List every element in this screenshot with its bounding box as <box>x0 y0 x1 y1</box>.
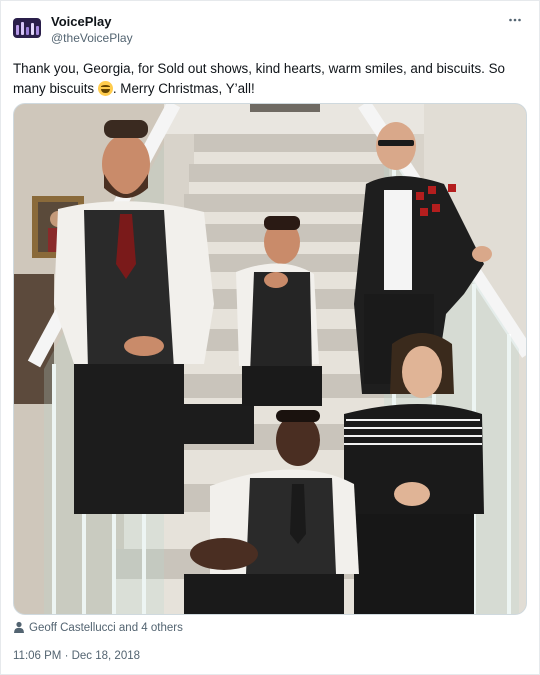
voiceplay-logo-avatar[interactable] <box>13 18 41 38</box>
account-names: VoicePlay @theVoicePlay <box>51 14 133 46</box>
more-options-icon[interactable] <box>505 13 525 33</box>
logo-bar <box>36 26 39 35</box>
account-handle[interactable]: @theVoicePlay <box>51 30 133 46</box>
tweet-timestamp[interactable]: 11:06 PM · Dec 18, 2018 <box>13 647 140 665</box>
tweet-text-part1: Thank you, Georgia, for Sold out shows, … <box>13 61 505 96</box>
tweet-text: Thank you, Georgia, for Sold out shows, … <box>13 59 518 99</box>
logo-bar <box>26 27 29 35</box>
person-icon <box>14 621 24 633</box>
display-name[interactable]: VoicePlay <box>51 14 133 30</box>
logo-bar <box>31 23 34 35</box>
tweet-card: VoicePlay @theVoicePlay Thank you, Georg… <box>0 0 540 675</box>
logo-bar <box>21 22 24 35</box>
tweet-header: VoicePlay @theVoicePlay <box>13 13 527 47</box>
logo-bar <box>16 25 19 35</box>
tagged-people[interactable]: Geoff Castellucci and 4 others <box>13 619 183 639</box>
more-options-glyph <box>509 18 521 22</box>
tweet-text-part2: . Merry Christmas, Y’all! <box>112 81 255 96</box>
tweet-photo[interactable] <box>13 103 527 615</box>
tagged-people-label[interactable]: Geoff Castellucci and 4 others <box>29 622 183 634</box>
grinning-face-emoji-icon <box>97 81 113 96</box>
group-photo-on-staircase <box>14 104 526 614</box>
